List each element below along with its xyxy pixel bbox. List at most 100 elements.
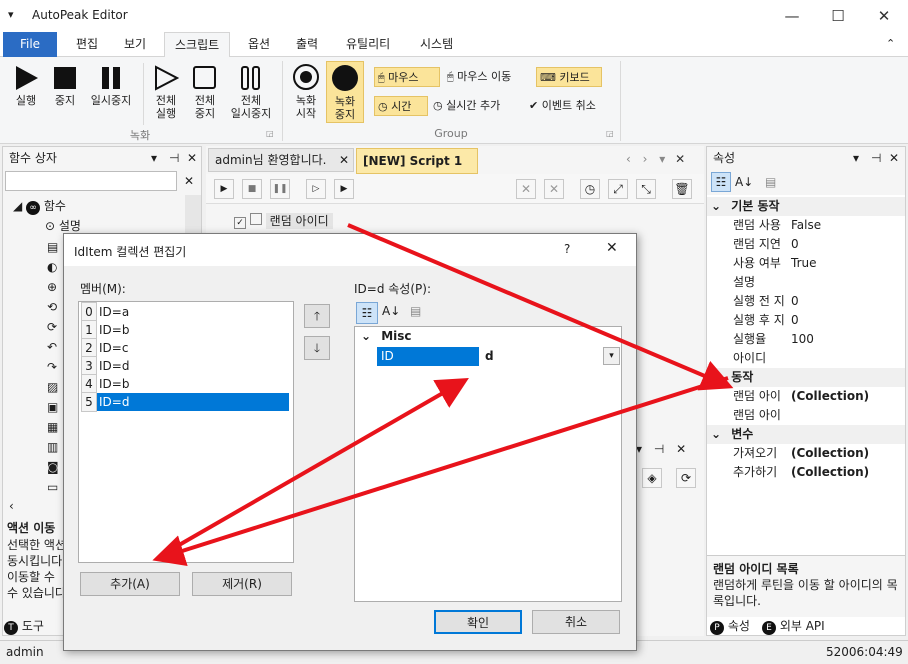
menu-edit[interactable]: 편집 xyxy=(66,32,108,57)
menu-output[interactable]: 출력 xyxy=(286,32,328,57)
doc-tab-welcome[interactable]: admin님 환영합니다. ✕ xyxy=(208,148,354,172)
media-icon[interactable]: ◐ xyxy=(47,257,63,277)
api-tab[interactable]: E 외부 API xyxy=(762,616,825,636)
close-button[interactable]: ✕ xyxy=(874,6,894,26)
maximize-button[interactable]: ☐ xyxy=(828,6,848,26)
mouse-toggle[interactable]: 🖱 마우스 xyxy=(374,67,440,87)
camera-icon[interactable]: ◙ xyxy=(47,457,63,477)
region-icon[interactable]: ▣ xyxy=(47,397,63,417)
dialog-launcher-icon-2[interactable]: ◲ xyxy=(606,129,614,138)
minimize-button[interactable]: — xyxy=(782,6,802,26)
table-icon[interactable]: ▥ xyxy=(47,437,63,457)
id-property-row[interactable]: ID d ▾ xyxy=(355,347,621,366)
props-pin-icon[interactable]: ⊣ xyxy=(871,147,881,169)
member-item[interactable]: 4 ID=b xyxy=(81,374,293,394)
script-x-icon-1[interactable]: ✕ xyxy=(516,179,536,199)
prop-row[interactable]: 랜덤 아이 (Collection) xyxy=(707,387,905,406)
script-expand-icon[interactable]: ⤢ xyxy=(608,179,628,199)
clear-search-icon[interactable]: ✕ xyxy=(179,171,199,191)
dlg-pages-icon[interactable]: ▤ xyxy=(410,304,421,318)
add-button[interactable]: 추가(A) xyxy=(80,572,180,596)
prop-row[interactable]: 사용 여부 True xyxy=(707,254,905,273)
time-toggle[interactable]: ◷ 시간 xyxy=(374,96,428,116)
dropdown-arrow-icon[interactable]: ▾ xyxy=(603,347,620,365)
props-section[interactable]: ⌄ 기본 동작 xyxy=(707,197,905,216)
doc-close-icon[interactable]: ✕ xyxy=(675,152,685,166)
script-step-icon[interactable]: ▷ xyxy=(306,179,326,199)
member-item[interactable]: 0 ID=a xyxy=(81,302,293,322)
lower-pin-icon[interactable]: ⊣ xyxy=(654,442,664,456)
stack-icon[interactable]: ▤ xyxy=(47,237,63,257)
target-icon[interactable]: ⊕ xyxy=(47,277,63,297)
cancel-button[interactable]: 취소 xyxy=(532,610,620,634)
prop-row[interactable]: 실행 후 지 0 xyxy=(707,311,905,330)
menu-system[interactable]: 시스템 xyxy=(410,32,463,57)
menu-script[interactable]: 스크립트 xyxy=(164,32,231,58)
menu-utility[interactable]: 유틸리티 xyxy=(336,32,400,57)
props-menu-icon[interactable]: ▾ xyxy=(853,147,859,169)
props-section[interactable]: ⌄ 동작 xyxy=(707,368,905,387)
script-x-icon-2[interactable]: ✕ xyxy=(544,179,564,199)
props-section[interactable]: ⌄ 변수 xyxy=(707,425,905,444)
member-item[interactable]: 2 ID=c xyxy=(81,338,293,358)
members-list[interactable]: 0 ID=a 1 ID=b 2 ID=c 3 ID=d 4 ID=b 5 ID=d xyxy=(78,301,294,563)
menu-file[interactable]: File xyxy=(3,32,57,57)
script-item-row[interactable]: ✓ 랜덤 아이디 xyxy=(234,212,333,229)
tree-item-description[interactable]: ⊙ 설명 xyxy=(45,217,81,234)
script-play-icon[interactable]: ▶ xyxy=(214,179,234,199)
repeat-icon[interactable]: ⟳ xyxy=(47,317,63,337)
lower-close-icon[interactable]: ✕ xyxy=(676,442,686,456)
script-stop-icon[interactable]: ■ xyxy=(242,179,262,199)
stop-all-button[interactable]: 전체 중지 xyxy=(187,65,223,120)
script-clock-icon[interactable]: ◷ xyxy=(580,179,600,199)
prop-row[interactable]: 랜덤 사용 False xyxy=(707,216,905,235)
pin-icon[interactable]: ⊣ xyxy=(169,147,179,169)
grid-icon[interactable]: ▦ xyxy=(47,417,63,437)
console-icon[interactable]: ▭ xyxy=(47,477,63,497)
ok-button[interactable]: 확인 xyxy=(434,610,522,634)
property-pages-icon[interactable]: ▤ xyxy=(765,172,776,192)
refresh-icon[interactable]: ⟳ xyxy=(676,468,696,488)
checkbox-icon[interactable]: ✓ xyxy=(234,217,246,229)
run-all-button[interactable]: 전체 실행 xyxy=(148,65,184,120)
tree-root[interactable]: ◢ ∞ 함수 xyxy=(13,197,66,215)
run-button[interactable]: 실행 xyxy=(8,65,44,107)
script-collapse-icon[interactable]: ⤡ xyxy=(636,179,656,199)
props-tab[interactable]: P 속성 xyxy=(710,616,750,636)
scroll-left-icon[interactable]: ‹ xyxy=(9,499,14,513)
prop-row[interactable]: 추가하기 (Collection) xyxy=(707,463,905,482)
dialog-launcher-icon[interactable]: ◲ xyxy=(266,129,274,138)
prop-row[interactable]: 실행 전 지 0 xyxy=(707,292,905,311)
tab-close-icon[interactable]: ✕ xyxy=(339,149,349,171)
prop-row[interactable]: 가져오기 (Collection) xyxy=(707,444,905,463)
doc-tab-script[interactable]: [NEW] Script 1 xyxy=(356,148,478,174)
prop-row[interactable]: 랜덤 아이 xyxy=(707,406,905,425)
realtime-add-toggle[interactable]: ◷ 실시간 추가 xyxy=(430,96,522,116)
undo-icon[interactable]: ↶ xyxy=(47,337,63,357)
remove-button[interactable]: 제거(R) xyxy=(192,572,292,596)
categorized-icon[interactable]: ☷ xyxy=(711,172,731,192)
menu-view[interactable]: 보기 xyxy=(114,32,156,57)
prop-row[interactable]: 설명 xyxy=(707,273,905,292)
panel-menu-icon[interactable]: ▾ xyxy=(151,147,157,169)
sort-az-icon[interactable]: A↓ xyxy=(735,172,753,192)
prop-row[interactable]: 실행율 100 xyxy=(707,330,905,349)
menu-options[interactable]: 옵션 xyxy=(238,32,280,57)
props-close-icon[interactable]: ✕ xyxy=(889,147,899,169)
script-play-box-icon[interactable]: ▶ xyxy=(334,179,354,199)
stop-button[interactable]: 중지 xyxy=(48,65,82,107)
record-start-button[interactable]: 녹화 시작 xyxy=(288,63,324,120)
dialog-help-button[interactable]: ? xyxy=(564,242,570,256)
left-tab-tools[interactable]: T 도구 xyxy=(4,616,44,636)
tab-prev-icon[interactable]: ‹ xyxy=(626,152,631,166)
pause-all-button[interactable]: 전체 일시중지 xyxy=(226,65,276,120)
keyboard-toggle[interactable]: ⌨ 키보드 xyxy=(536,67,602,87)
prop-row[interactable]: 아이디 xyxy=(707,349,905,368)
collapse-ribbon-icon[interactable]: ⌃ xyxy=(886,37,895,50)
expand-icon[interactable]: ◢ xyxy=(13,199,22,213)
record-stop-button[interactable]: 녹화 중지 xyxy=(326,61,364,123)
event-cancel-toggle[interactable]: ✔ 이벤트 취소 xyxy=(526,96,616,116)
script-pause-icon[interactable]: ❚❚ xyxy=(270,179,290,199)
tab-list-icon[interactable]: ▾ xyxy=(659,152,665,166)
function-search-input[interactable] xyxy=(5,171,177,191)
